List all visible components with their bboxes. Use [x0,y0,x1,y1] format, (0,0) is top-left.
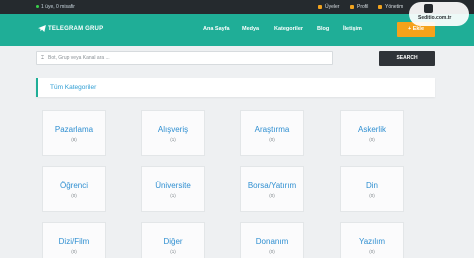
category-card-arastirma[interactable]: Araştırma (0) [240,110,304,156]
category-count: (1) [170,193,176,198]
online-status: 1 üye, 0 misafir [36,4,75,10]
topbar-link-users-label: Üyeler [325,4,340,10]
nav-link-blog[interactable]: Blog [317,26,329,32]
category-card-ogrenci[interactable]: Öğrenci (0) [42,166,106,212]
topbar-link-admin[interactable]: Yönetim [378,4,403,10]
category-count: (0) [369,137,375,142]
category-count: (0) [369,193,375,198]
watermark-logo-icon [424,4,433,13]
online-status-text: 1 üye, 0 misafir [41,4,75,10]
category-count: (0) [71,249,77,254]
category-card-din[interactable]: Din (0) [340,166,404,212]
search-input[interactable] [48,53,328,63]
category-count: (0) [269,137,275,142]
top-bar: 1 üye, 0 misafir Üyeler Profil Yönetim [0,0,474,14]
paper-plane-icon [38,25,46,32]
category-count: (0) [369,249,375,254]
category-name: Askerlik [357,125,386,134]
category-name: Borsa/Yatırım [247,181,297,190]
category-card-pazarlama[interactable]: Pazarlama (8) [42,110,106,156]
main-navbar: TELEGRAM GRUP Ana Sayfa Medya Kategorile… [0,14,474,46]
watermark-text: Seditio.com.tr [418,15,452,21]
category-name: Alışveriş [157,125,189,134]
users-icon [318,4,322,9]
category-card-diger[interactable]: Diğer (1) [141,222,205,258]
user-icon [350,4,354,9]
category-card-askerlik[interactable]: Askerlik (0) [340,110,404,156]
online-dot-icon [36,5,39,9]
category-card-universite[interactable]: Üniversite (1) [141,166,205,212]
nav-link-categories[interactable]: Kategoriler [274,26,303,32]
topbar-link-users[interactable]: Üyeler [318,4,339,10]
text-cursor-icon: ⌶ [41,55,45,61]
brand-logo[interactable]: TELEGRAM GRUP [38,25,103,32]
search-button[interactable]: SEARCH [379,51,435,66]
category-name: Donanım [255,237,289,246]
category-count: (8) [71,137,77,142]
nav-link-home[interactable]: Ana Sayfa [203,26,230,32]
category-card-alisveris[interactable]: Alışveriş (1) [141,110,205,156]
category-card-yazilim[interactable]: Yazılım (0) [340,222,404,258]
category-name: Yazılım [358,237,386,246]
category-card-dizi-film[interactable]: Dizi/Film (0) [42,222,106,258]
nav-link-contact[interactable]: İletişim [343,26,362,32]
topbar-link-profile-label: Profil [357,4,369,10]
topbar-link-profile[interactable]: Profil [350,4,368,10]
category-count: (1) [170,249,176,254]
category-name: Diğer [163,237,183,246]
topbar-link-admin-label: Yönetim [385,4,404,10]
nav-link-media[interactable]: Medya [242,26,259,32]
wrench-icon [378,4,382,9]
section-title: Tüm Kategoriler [50,84,97,91]
watermark-badge [409,2,469,26]
category-count: (1) [170,137,176,142]
category-count: (0) [269,193,275,198]
category-count: (0) [269,249,275,254]
search-box: ⌶ [36,51,333,65]
category-name: Araştırma [254,125,290,134]
category-name: Öğrenci [59,181,88,190]
brand-name: TELEGRAM GRUP [48,26,104,33]
category-card-borsa-yatirim[interactable]: Borsa/Yatırım (0) [240,166,304,212]
category-name: Üniversite [155,181,191,190]
category-name: Din [365,181,378,190]
category-name: Dizi/Film [58,237,90,246]
categories-section-header: Tüm Kategoriler [36,78,435,97]
category-name: Pazarlama [54,125,94,134]
category-count: (0) [71,193,77,198]
category-card-donanim[interactable]: Donanım (0) [240,222,304,258]
